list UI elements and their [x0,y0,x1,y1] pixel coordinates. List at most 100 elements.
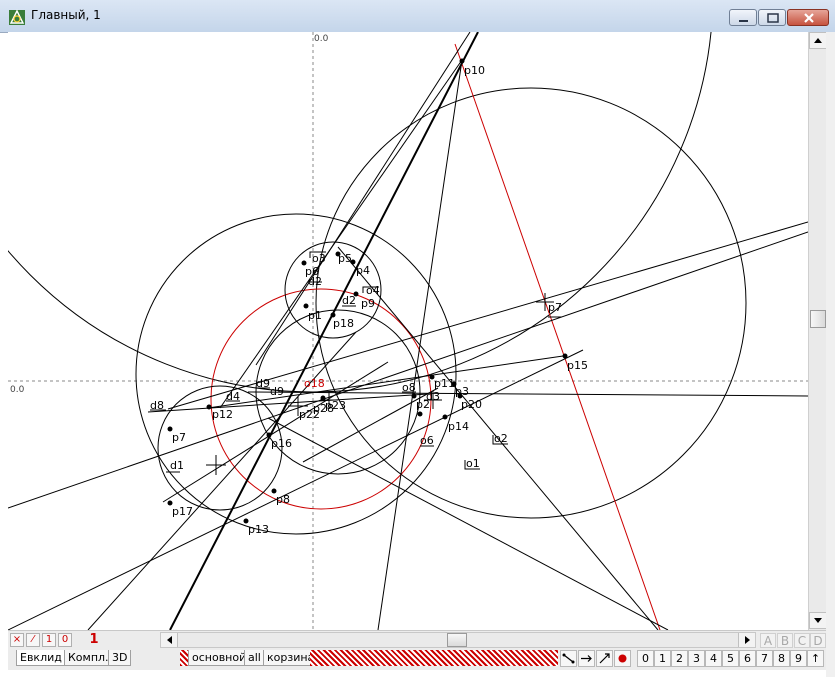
segment-tool-icon [562,653,575,664]
close-button[interactable] [787,9,829,26]
axis-top-label: 0.0 [314,34,329,44]
point-p15[interactable] [562,353,568,359]
thick-line[interactable] [169,32,479,630]
label-o2: o2 [494,432,508,445]
digit-button-6[interactable]: 6 [739,650,756,667]
circle-mid[interactable] [135,213,457,535]
label-d4: d4 [226,390,240,403]
construction-lines [8,32,808,630]
point-p14[interactable] [442,414,448,420]
maximize-icon [767,13,779,23]
point-p1[interactable] [303,303,309,309]
mode-button-zero[interactable]: 0 [58,633,72,647]
label-p23: p23 [325,399,346,412]
layer-button-c[interactable]: C [794,633,810,648]
digit-button-1[interactable]: 1 [654,650,671,667]
label-d1: d1 [170,459,184,472]
scale-tool-button[interactable] [596,650,613,667]
label-o6: o6 [420,434,434,447]
arrow-left-icon [166,636,172,644]
point-p6[interactable] [417,411,423,417]
point-p12[interactable] [206,404,212,410]
label-p17: p17 [172,505,193,518]
vertical-scroll-thumb[interactable] [810,310,826,328]
tab-layer-all[interactable]: all [244,650,265,666]
tab-bar: Евклид Компл. 3D основной all корзина 0 … [8,648,826,670]
close-icon [804,13,814,23]
scroll-right-button[interactable] [738,633,755,647]
maximize-button[interactable] [758,9,786,26]
up-arrow-button[interactable]: ↑ [807,650,824,667]
label-o8: o8 [402,381,416,394]
arrow-up-icon [814,38,822,43]
label-p20: p20 [461,398,482,411]
label-p2: p2 [416,398,430,411]
scroll-down-button[interactable] [809,612,827,629]
label-p9a: p9 [361,297,375,310]
window-title: Главный, 1 [31,8,101,22]
circle-big-top[interactable] [8,32,713,393]
digit-button-4[interactable]: 4 [705,650,722,667]
layer-button-a[interactable]: A [760,633,776,648]
segment-tool-button[interactable] [560,650,577,667]
arrow-down-icon [814,618,822,623]
layer-tabs-filler [310,650,558,666]
label-p10: p10 [464,64,485,77]
minimize-button[interactable] [729,9,757,26]
point-p10[interactable] [459,58,465,64]
tab-3d[interactable]: 3D [108,650,132,666]
label-d9a: d9 [256,377,270,390]
tab-layer-main[interactable]: основной [188,650,251,666]
title-bar: Главный, 1 [0,0,835,33]
label-d2b: d2 [342,294,356,307]
label-o18: o18 [304,377,325,390]
label-o3: o3 [312,252,326,265]
tab-euclid[interactable]: Евклид [16,650,66,666]
record-button[interactable] [614,650,631,667]
label-p3: p3 [455,385,469,398]
label-p1: p1 [308,309,322,322]
mode-button-one[interactable]: 1 [42,633,56,647]
label-p11: p11 [434,377,455,390]
status-bar: × ⁄ 1 0 1 A B C D [8,630,826,649]
app-geometry-icon [9,9,25,25]
digit-button-5[interactable]: 5 [722,650,739,667]
label-p5: p5 [338,252,352,265]
label-o4: o4 [366,284,380,297]
scale-arrow-icon [599,653,610,664]
label-p16: p16 [271,437,292,450]
digit-button-8[interactable]: 8 [773,650,790,667]
label-p15: p15 [567,359,588,372]
label-p18: p18 [333,317,354,330]
drawing-canvas[interactable]: 0.0 0.0 p10 o3 p5 p6 p4 d2 o4 d2 p9 p1 p… [8,32,808,630]
digit-button-2[interactable]: 2 [671,650,688,667]
digit-button-9[interactable]: 9 [790,650,807,667]
scroll-up-button[interactable] [809,32,827,49]
geometry-drawing: 0.0 0.0 p10 o3 p5 p6 p4 d2 o4 d2 p9 p1 p… [8,32,808,630]
minimize-icon [739,20,748,22]
vertical-scrollbar[interactable] [808,32,827,630]
label-p7-right: p7 [548,301,562,314]
mode-button-cross[interactable]: × [10,633,24,647]
current-value: 1 [89,632,99,647]
label-p7: p7 [172,431,186,444]
arrow-right-icon [744,636,750,644]
digit-button-7[interactable]: 7 [756,650,773,667]
horizontal-scroll-thumb[interactable] [447,633,467,647]
arrow-right-icon [581,655,592,662]
layer-button-d[interactable]: D [810,633,826,648]
tab-complex[interactable]: Компл. [64,650,113,666]
window-right-edge [826,32,835,677]
red-line[interactable] [454,43,661,630]
label-d9b: d9 [270,385,284,398]
digit-button-0[interactable]: 0 [637,650,654,667]
layer-button-b[interactable]: B [777,633,793,648]
digit-button-3[interactable]: 3 [688,650,705,667]
arrow-right-tool-button[interactable] [578,650,595,667]
label-p13: p13 [248,523,269,536]
label-p12: p12 [212,408,233,421]
mode-button-slash[interactable]: ⁄ [26,633,40,647]
axis-left-label: 0.0 [10,385,25,395]
horizontal-scrollbar[interactable] [160,632,756,648]
scroll-left-button[interactable] [161,633,178,647]
